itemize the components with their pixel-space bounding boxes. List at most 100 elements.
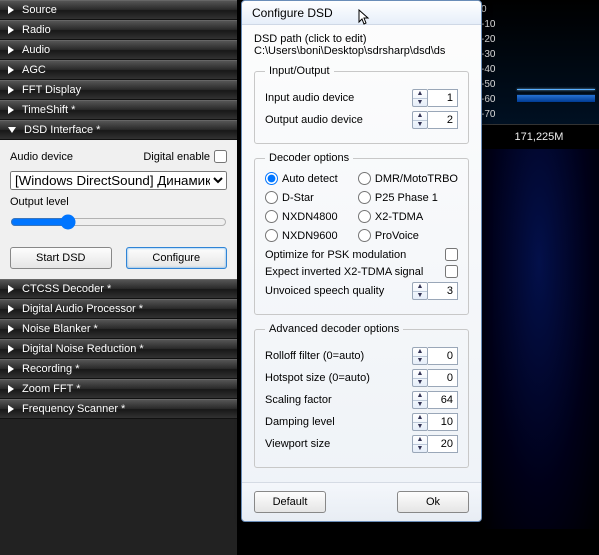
sidebar-item[interactable]: Frequency Scanner * bbox=[0, 399, 237, 419]
decoder-radio-label: NXDN9600 bbox=[282, 230, 338, 242]
decoder-radio-label: D-Star bbox=[282, 192, 314, 204]
hotspot-value[interactable] bbox=[428, 369, 458, 387]
decoder-radio-input[interactable] bbox=[358, 172, 371, 185]
sidebar-item[interactable]: FFT Display bbox=[0, 80, 237, 100]
sidebar-item[interactable]: Noise Blanker * bbox=[0, 319, 237, 339]
sidebar-item[interactable]: Digital Noise Reduction * bbox=[0, 339, 237, 359]
hotspot-label: Hotspot size (0=auto) bbox=[265, 372, 412, 384]
sidebar-item[interactable]: AGC bbox=[0, 60, 237, 80]
damping-spinner[interactable]: ▲▼ bbox=[412, 413, 458, 431]
sidebar-item-label: Noise Blanker * bbox=[22, 323, 98, 335]
advanced-group: Advanced decoder options Rolloff filter … bbox=[254, 323, 469, 468]
scaling-spinner[interactable]: ▲▼ bbox=[412, 391, 458, 409]
sidebar-item-dsd-interface[interactable]: DSD Interface * bbox=[0, 120, 237, 140]
decoder-radio[interactable]: DMR/MotoTRBO bbox=[358, 172, 458, 185]
default-button[interactable]: Default bbox=[254, 491, 326, 513]
chevron-right-icon bbox=[8, 86, 14, 94]
chevron-right-icon bbox=[8, 26, 14, 34]
unvoiced-spinner[interactable]: ▲▼ bbox=[412, 282, 458, 300]
chevron-right-icon bbox=[8, 385, 14, 393]
decoder-radio[interactable]: Auto detect bbox=[265, 172, 354, 185]
decoder-radio[interactable]: NXDN4800 bbox=[265, 210, 354, 223]
rolloff-value[interactable] bbox=[428, 347, 458, 365]
x2-label: Expect inverted X2-TDMA signal bbox=[265, 266, 445, 278]
decoder-radio[interactable]: D-Star bbox=[265, 191, 354, 204]
sidebar-item[interactable]: Digital Audio Processor * bbox=[0, 299, 237, 319]
digital-enable-checkbox[interactable] bbox=[214, 150, 227, 163]
scaling-value[interactable] bbox=[428, 391, 458, 409]
spectrum-tick: -40 bbox=[481, 64, 495, 79]
rolloff-spinner[interactable]: ▲▼ bbox=[412, 347, 458, 365]
frequency-label: 171,225M bbox=[479, 125, 599, 149]
sidebar-item[interactable]: CTCSS Decoder * bbox=[0, 279, 237, 299]
sidebar-item[interactable]: Audio bbox=[0, 40, 237, 60]
damping-value[interactable] bbox=[428, 413, 458, 431]
spin-up-icon: ▲ bbox=[413, 112, 427, 121]
psk-label: Optimize for PSK modulation bbox=[265, 249, 445, 261]
sidebar-item[interactable]: Recording * bbox=[0, 359, 237, 379]
sidebar-item[interactable]: Source bbox=[0, 0, 237, 20]
x2-checkbox[interactable] bbox=[445, 265, 458, 278]
sidebar-item[interactable]: Zoom FFT * bbox=[0, 379, 237, 399]
ok-button[interactable]: Ok bbox=[397, 491, 469, 513]
viewport-value[interactable] bbox=[428, 435, 458, 453]
decoder-radio-label: ProVoice bbox=[375, 230, 419, 242]
decoder-radio[interactable]: X2-TDMA bbox=[358, 210, 458, 223]
sidebar: SourceRadioAudioAGCFFT DisplayTimeShift … bbox=[0, 0, 237, 555]
viewport-label: Viewport size bbox=[265, 438, 412, 450]
spectrum-tick: -10 bbox=[481, 19, 495, 34]
damping-label: Damping level bbox=[265, 416, 412, 428]
spectrum-pane: 0-10-20-30-40-50-60-70 171,225M bbox=[479, 0, 599, 555]
scaling-label: Scaling factor bbox=[265, 394, 412, 406]
chevron-right-icon bbox=[8, 345, 14, 353]
decoder-radio-input[interactable] bbox=[358, 210, 371, 223]
dsd-path-value[interactable]: C:\Users\boni\Desktop\sdrsharp\dsd\ds bbox=[254, 45, 469, 57]
decoder-radio-input[interactable] bbox=[265, 191, 278, 204]
sidebar-item-label: Frequency Scanner * bbox=[22, 403, 125, 415]
decoder-radio-input[interactable] bbox=[265, 229, 278, 242]
sidebar-item-label: Zoom FFT * bbox=[22, 383, 80, 395]
hotspot-spinner[interactable]: ▲▼ bbox=[412, 369, 458, 387]
audio-device-label: Audio device bbox=[10, 151, 143, 163]
decoder-group: Decoder options Auto detect DMR/MotoTRBO D… bbox=[254, 152, 469, 315]
decoder-radio-label: NXDN4800 bbox=[282, 211, 338, 223]
input-audio-spinner[interactable]: ▲▼ bbox=[412, 89, 458, 107]
output-level-slider[interactable] bbox=[10, 214, 227, 230]
decoder-radio[interactable]: ProVoice bbox=[358, 229, 458, 242]
spin-up-icon: ▲ bbox=[413, 90, 427, 99]
decoder-radio-label: Auto detect bbox=[282, 173, 338, 185]
dialog-title: Configure DSD bbox=[252, 6, 333, 20]
dsd-path-label[interactable]: DSD path (click to edit) bbox=[254, 33, 469, 45]
advanced-legend: Advanced decoder options bbox=[265, 323, 403, 335]
input-audio-value[interactable] bbox=[428, 89, 458, 107]
spectrum-tick: -20 bbox=[481, 34, 495, 49]
configure-button[interactable]: Configure bbox=[126, 247, 228, 269]
waterfall-display[interactable] bbox=[479, 149, 599, 529]
decoder-radio-input[interactable] bbox=[265, 210, 278, 223]
spectrum-tick: -70 bbox=[481, 109, 495, 124]
decoder-legend: Decoder options bbox=[265, 152, 353, 164]
decoder-radio-input[interactable] bbox=[358, 191, 371, 204]
decoder-radio-label: DMR/MotoTRBO bbox=[375, 173, 458, 185]
decoder-radio-label: P25 Phase 1 bbox=[375, 192, 438, 204]
psk-checkbox[interactable] bbox=[445, 248, 458, 261]
spin-down-icon: ▼ bbox=[413, 121, 427, 129]
audio-device-select[interactable]: [Windows DirectSound] Динамики (Ус bbox=[10, 171, 227, 190]
chevron-right-icon bbox=[8, 106, 14, 114]
dialog-title-bar[interactable]: Configure DSD bbox=[242, 1, 481, 25]
start-dsd-button[interactable]: Start DSD bbox=[10, 247, 112, 269]
spectrum-display[interactable]: 0-10-20-30-40-50-60-70 bbox=[479, 0, 599, 125]
sidebar-item[interactable]: TimeShift * bbox=[0, 100, 237, 120]
chevron-right-icon bbox=[8, 285, 14, 293]
output-audio-value[interactable] bbox=[428, 111, 458, 129]
unvoiced-value[interactable] bbox=[428, 282, 458, 300]
decoder-radio[interactable]: NXDN9600 bbox=[265, 229, 354, 242]
decoder-radio-input[interactable] bbox=[358, 229, 371, 242]
decoder-radio[interactable]: P25 Phase 1 bbox=[358, 191, 458, 204]
output-audio-spinner[interactable]: ▲▼ bbox=[412, 111, 458, 129]
spectrum-tick: -30 bbox=[481, 49, 495, 64]
decoder-radio-input[interactable] bbox=[265, 172, 278, 185]
viewport-spinner[interactable]: ▲▼ bbox=[412, 435, 458, 453]
unvoiced-label: Unvoiced speech quality bbox=[265, 285, 412, 297]
sidebar-item[interactable]: Radio bbox=[0, 20, 237, 40]
